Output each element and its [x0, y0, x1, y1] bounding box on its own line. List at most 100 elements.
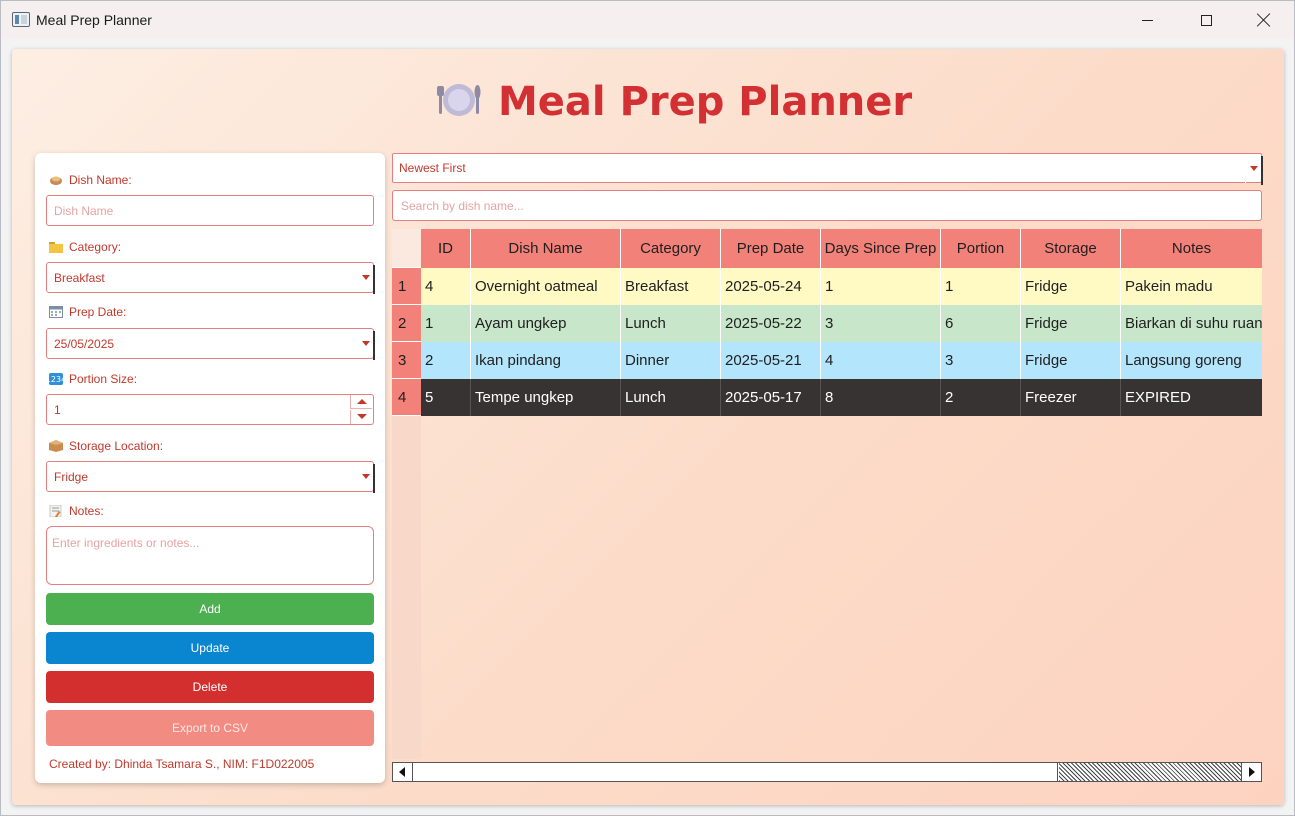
cell-prep-date[interactable]: 2025-05-24	[721, 268, 821, 305]
dish-name-placeholder: Dish Name	[54, 203, 114, 218]
maximize-icon	[1200, 14, 1212, 26]
cell-dish-name[interactable]: Tempe ungkep	[471, 379, 621, 416]
chevron-down-icon	[357, 329, 373, 358]
cell-id[interactable]: 4	[421, 268, 471, 305]
minimize-button[interactable]	[1118, 1, 1176, 39]
search-placeholder: Search by dish name...	[401, 198, 524, 213]
spin-down-icon[interactable]	[350, 410, 372, 424]
category-select[interactable]: Breakfast	[46, 262, 375, 294]
notes-label-text: Notes:	[69, 504, 104, 518]
column-header-storage[interactable]: Storage	[1021, 229, 1121, 268]
notes-placeholder: Enter ingredients or notes...	[52, 536, 200, 550]
chevron-down-icon	[1245, 154, 1261, 183]
cell-notes[interactable]: Biarkan di suhu ruan...	[1121, 305, 1262, 342]
cell-portion[interactable]: 3	[941, 342, 1021, 379]
cell-days-since-prep[interactable]: 1	[821, 268, 941, 305]
sort-select[interactable]: Newest First	[392, 153, 1263, 185]
dish-name-input[interactable]: Dish Name	[46, 195, 374, 226]
page-header: Meal Prep Planner	[12, 77, 1284, 127]
row-header[interactable]: 1	[392, 268, 421, 305]
category-label-text: Category:	[69, 240, 122, 254]
cell-storage[interactable]: Fridge	[1021, 342, 1121, 379]
cell-days-since-prep[interactable]: 8	[821, 379, 941, 416]
cell-id[interactable]: 2	[421, 342, 471, 379]
storage-select[interactable]: Fridge	[46, 461, 375, 493]
cell-days-since-prep[interactable]: 4	[821, 342, 941, 379]
cell-category[interactable]: Lunch	[621, 379, 721, 416]
combo-edge	[373, 265, 375, 294]
cell-storage[interactable]: Fridge	[1021, 268, 1121, 305]
add-button[interactable]: Add	[46, 593, 374, 625]
cell-notes[interactable]: Langsung goreng	[1121, 342, 1262, 379]
folder-icon	[49, 242, 63, 253]
cell-notes[interactable]: EXPIRED	[1121, 379, 1262, 416]
delete-button[interactable]: Delete	[46, 671, 374, 703]
cell-prep-date[interactable]: 2025-05-22	[721, 305, 821, 342]
cell-storage[interactable]: Freezer	[1021, 379, 1121, 416]
scrollbar-thumb[interactable]	[414, 763, 1058, 781]
scroll-right-icon[interactable]	[1241, 763, 1261, 781]
row-header[interactable]: 4	[392, 379, 421, 416]
cell-dish-name[interactable]: Overnight oatmeal	[471, 268, 621, 305]
export-csv-button[interactable]: Export to CSV	[46, 710, 374, 746]
title-bar: Meal Prep Planner	[1, 1, 1294, 39]
dish-icon	[50, 176, 62, 185]
chevron-down-icon	[357, 462, 373, 491]
cell-category[interactable]: Breakfast	[621, 268, 721, 305]
cell-prep-date[interactable]: 2025-05-17	[721, 379, 821, 416]
column-header-dish-name[interactable]: Dish Name	[471, 229, 621, 268]
column-header-prep-date[interactable]: Prep Date	[721, 229, 821, 268]
cell-portion[interactable]: 6	[941, 305, 1021, 342]
cell-portion[interactable]: 1	[941, 268, 1021, 305]
scroll-left-icon[interactable]	[393, 763, 413, 781]
notes-label: Notes:	[49, 504, 104, 518]
cell-storage[interactable]: Fridge	[1021, 305, 1121, 342]
prep-date-picker[interactable]: 25/05/2025	[46, 328, 375, 360]
notes-textarea[interactable]: Enter ingredients or notes...	[46, 526, 374, 585]
cell-prep-date[interactable]: 2025-05-21	[721, 342, 821, 379]
combo-edge	[373, 331, 375, 360]
numbers-icon: 1234	[49, 373, 63, 385]
portion-spinbox[interactable]: 1	[46, 394, 374, 425]
row-header[interactable]: 3	[392, 342, 421, 379]
cell-portion[interactable]: 2	[941, 379, 1021, 416]
storage-label: Storage Location:	[49, 439, 163, 453]
cell-category[interactable]: Dinner	[621, 342, 721, 379]
horizontal-scrollbar[interactable]	[392, 762, 1262, 782]
column-header-category[interactable]: Category	[621, 229, 721, 268]
cell-notes[interactable]: Pakein madu	[1121, 268, 1262, 305]
column-header-id[interactable]: ID	[421, 229, 471, 268]
cell-id[interactable]: 1	[421, 305, 471, 342]
portion-label: 1234 Portion Size:	[49, 372, 137, 386]
credit-text: Created by: Dhinda Tsamara S., NIM: F1D0…	[49, 757, 315, 771]
portion-label-text: Portion Size:	[69, 372, 138, 386]
cell-days-since-prep[interactable]: 3	[821, 305, 941, 342]
cell-dish-name[interactable]: Ayam ungkep	[471, 305, 621, 342]
maximize-button[interactable]	[1177, 1, 1235, 39]
calendar-icon	[49, 306, 63, 318]
update-button[interactable]: Update	[46, 632, 374, 664]
plate-cutlery-icon	[437, 84, 481, 116]
column-header-portion[interactable]: Portion	[941, 229, 1021, 268]
table-corner[interactable]	[392, 229, 421, 268]
sort-value: Newest First	[399, 161, 466, 175]
combo-edge	[373, 464, 375, 493]
prep-date-value: 25/05/2025	[54, 336, 115, 351]
prep-date-label: Prep Date:	[49, 305, 126, 319]
main-content: Meal Prep Planner Dish Name: Dish Name C…	[12, 49, 1284, 805]
dish-name-label: Dish Name:	[49, 173, 132, 187]
storage-label-text: Storage Location:	[69, 439, 164, 453]
column-header-notes[interactable]: Notes	[1121, 229, 1262, 268]
close-button[interactable]	[1235, 1, 1293, 39]
cell-dish-name[interactable]: Ikan pindang	[471, 342, 621, 379]
app-icon	[12, 12, 30, 27]
cell-category[interactable]: Lunch	[621, 305, 721, 342]
search-input[interactable]: Search by dish name...	[392, 190, 1262, 221]
prep-date-label-text: Prep Date:	[69, 305, 127, 319]
cell-id[interactable]: 5	[421, 379, 471, 416]
spin-up-icon[interactable]	[350, 395, 372, 409]
close-icon	[1257, 13, 1271, 27]
row-header[interactable]: 2	[392, 305, 421, 342]
column-header-days-since-prep[interactable]: Days Since Prep	[821, 229, 941, 268]
scrollbar-track[interactable]	[1059, 763, 1241, 781]
